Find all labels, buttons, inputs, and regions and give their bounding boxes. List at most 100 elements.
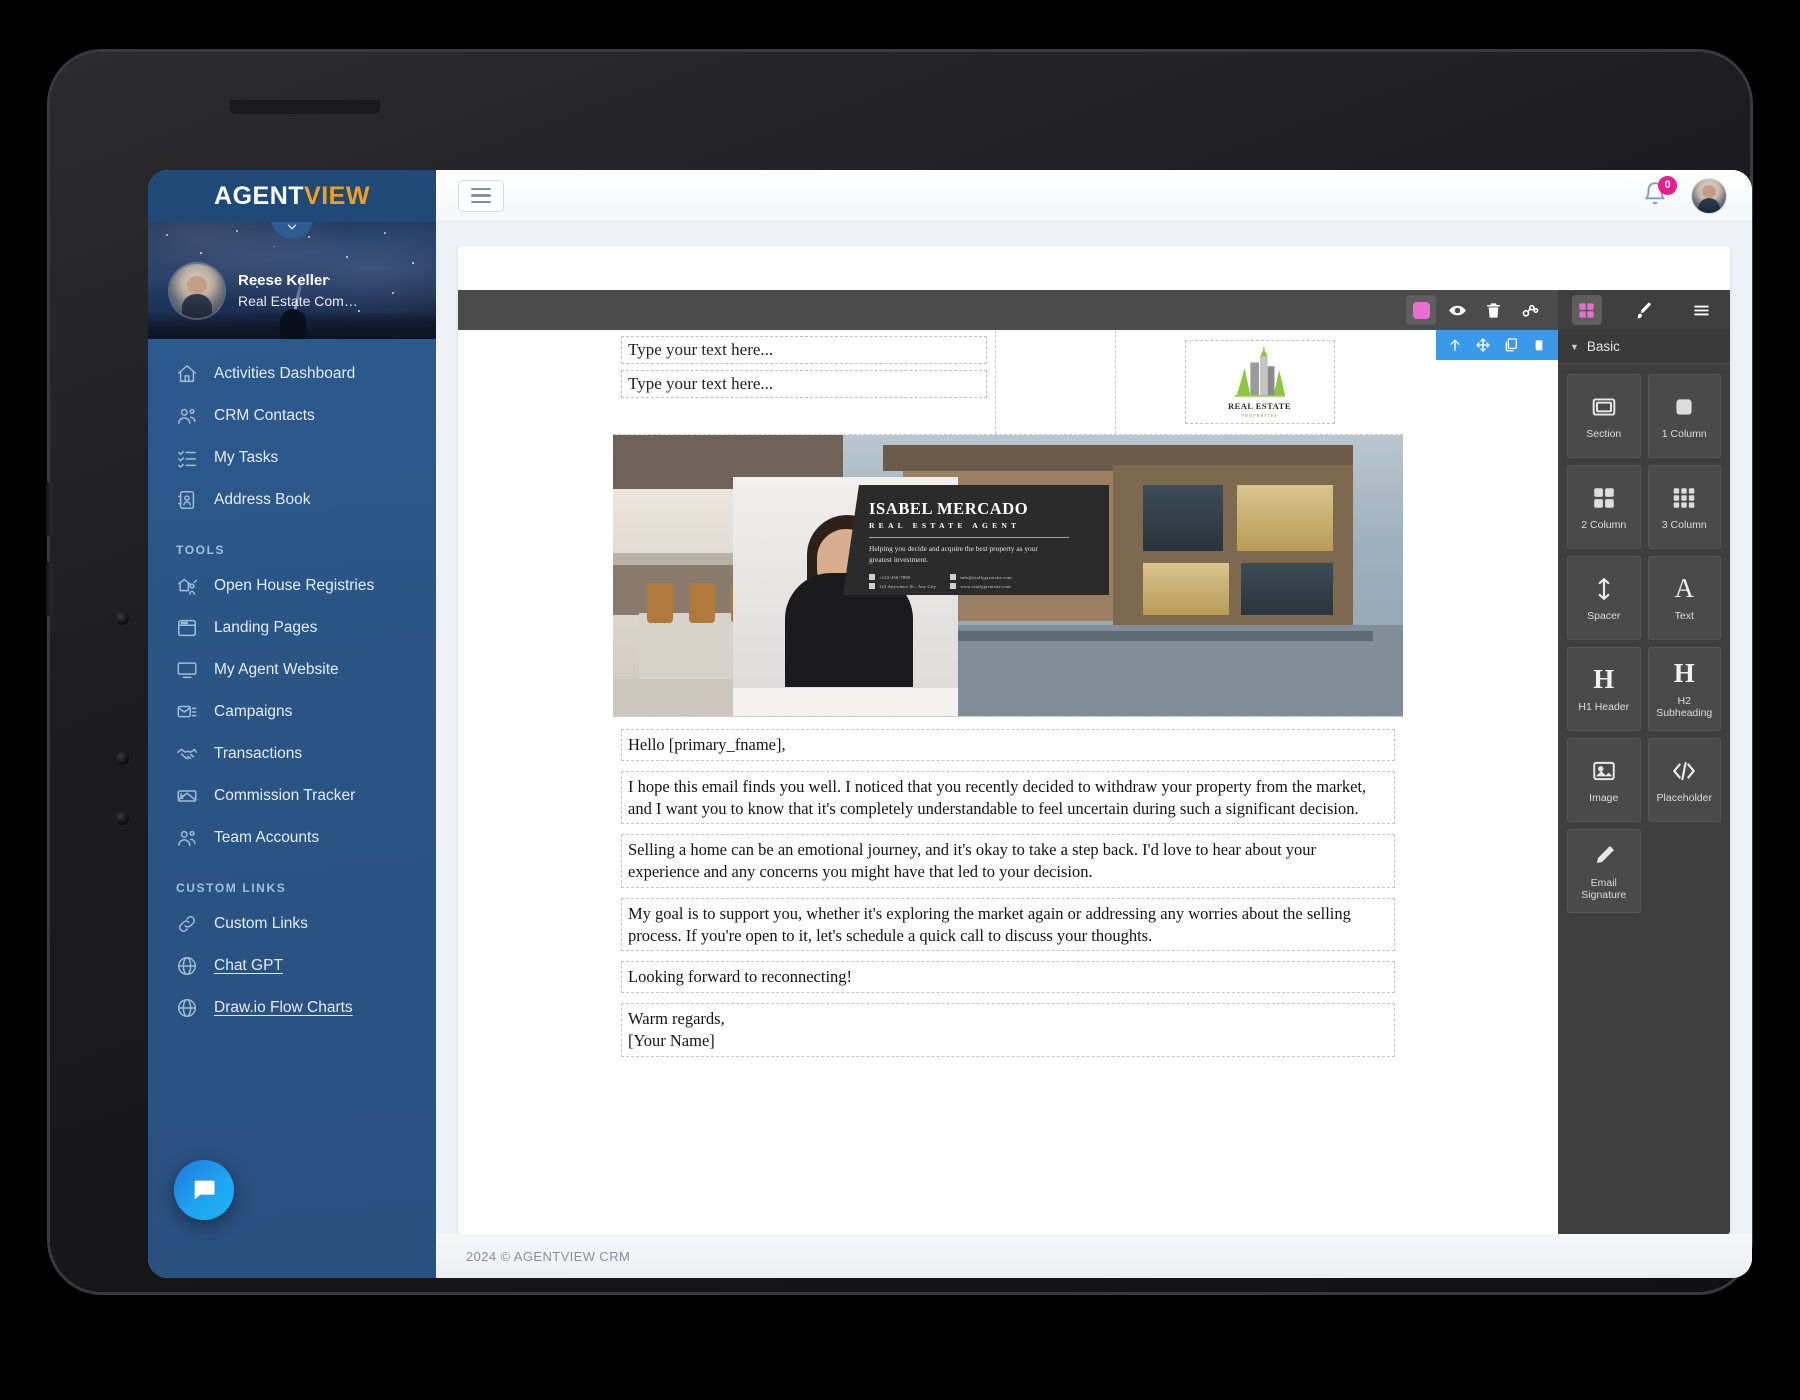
- device-volume-up-button[interactable]: [46, 482, 52, 536]
- handshake-icon: [176, 743, 198, 765]
- sidebar-item-label: Transactions: [214, 745, 303, 762]
- block-h2-subheading[interactable]: H H2 Subheading: [1647, 647, 1721, 731]
- email-paragraph-3[interactable]: My goal is to support you, whether it's …: [621, 897, 1395, 952]
- text-placeholder-2[interactable]: Type your text here...: [621, 370, 987, 398]
- email-canvas[interactable]: Type your text here... Type your text he…: [458, 330, 1558, 1234]
- one-column-icon: [1671, 392, 1697, 422]
- menu-button[interactable]: [1686, 295, 1716, 325]
- delete-button[interactable]: [1478, 295, 1508, 325]
- paintbrush-icon: [1637, 302, 1652, 318]
- email-paragraph-4[interactable]: Looking forward to reconnecting!: [621, 961, 1395, 994]
- block-email-signature[interactable]: Email Signature: [1567, 829, 1641, 913]
- blocks-panel: ▼ Basic Section 1 Column 2 Column 3 Colu…: [1558, 330, 1730, 1234]
- delete-element-button[interactable]: [1526, 332, 1552, 358]
- email-paragraph-1[interactable]: I hope this email finds you well. I noti…: [621, 770, 1395, 825]
- duplicate-button[interactable]: [1498, 332, 1524, 358]
- block-label: 3 Column: [1661, 518, 1707, 531]
- business-card-tagline: Helping you decide and acquire the best …: [869, 544, 1038, 564]
- editor-top-spacer: [458, 246, 1730, 290]
- move-up-button[interactable]: [1442, 332, 1468, 358]
- chat-bubble-icon[interactable]: [174, 1160, 234, 1220]
- email-header-row: Type your text here... Type your text he…: [613, 330, 1403, 435]
- open-house-icon: [176, 575, 198, 597]
- blocks-button[interactable]: [1571, 295, 1602, 325]
- block-image[interactable]: Image: [1567, 738, 1641, 822]
- sidebar-item-my-agent-website[interactable]: My Agent Website: [148, 649, 436, 691]
- contacts-icon: [176, 405, 198, 427]
- bell-icon[interactable]: 0: [1642, 175, 1677, 211]
- block-one-column[interactable]: 1 Column: [1647, 374, 1721, 458]
- h2-icon: H: [1673, 658, 1695, 689]
- sidebar-item-label: Team Accounts: [214, 829, 320, 846]
- link-button[interactable]: [1514, 295, 1544, 325]
- block-spacer[interactable]: Spacer: [1567, 556, 1641, 640]
- style-button[interactable]: [1629, 295, 1659, 325]
- text-icon: A: [1674, 573, 1695, 604]
- device-screen-bezel: AGENT VIEW Reese Keller Real Estate Com……: [148, 170, 1752, 1278]
- email-paragraph-2[interactable]: Selling a home can be an emotional journ…: [621, 834, 1395, 888]
- footer-text: 2024 © AGENTVIEW CRM: [466, 1248, 631, 1264]
- section-icon: [1591, 392, 1617, 422]
- block-text[interactable]: A Text: [1647, 556, 1721, 640]
- block-three-column[interactable]: 3 Column: [1647, 465, 1721, 549]
- email-body-copy: Hello [primary_fname], I hope this email…: [613, 717, 1403, 1077]
- code-icon: [1671, 756, 1697, 786]
- block-two-column[interactable]: 2 Column: [1567, 465, 1641, 549]
- sidebar-item-label: Commission Tracker: [214, 787, 356, 804]
- real-estate-logo[interactable]: REAL ESTATE PROPERTIES: [1184, 340, 1335, 424]
- text-placeholder-1[interactable]: Type your text here...: [621, 336, 987, 364]
- top-bar-right: 0: [1642, 175, 1726, 213]
- sidebar-item-team-accounts[interactable]: Team Accounts: [148, 817, 436, 859]
- email-header-right-column[interactable]: REAL ESTATE PROPERTIES: [1116, 330, 1403, 434]
- image-icon: [1591, 756, 1617, 786]
- monitor-icon: [176, 659, 198, 681]
- sidebar-item-crm-contacts[interactable]: CRM Contacts: [148, 395, 436, 437]
- block-section[interactable]: Section: [1567, 374, 1641, 458]
- sidebar-item-activities-dashboard[interactable]: Activities Dashboard: [148, 353, 436, 395]
- sidebar-item-address-book[interactable]: Address Book: [148, 479, 436, 521]
- sidebar-item-transactions[interactable]: Transactions: [148, 733, 436, 775]
- device-top-notch: [230, 100, 380, 114]
- business-card-name: ISABEL MERCADO: [869, 499, 1029, 518]
- drag-handle[interactable]: [1470, 332, 1496, 358]
- preview-button[interactable]: [1442, 295, 1472, 325]
- blocks-panel-section-header[interactable]: ▼ Basic: [1558, 330, 1730, 364]
- profile-row[interactable]: Reese Keller Real Estate Com…: [170, 264, 358, 318]
- email-paragraph-greeting[interactable]: Hello [primary_fname],: [621, 729, 1395, 761]
- canvas-surface[interactable]: Type your text here... Type your text he…: [458, 330, 1558, 1234]
- block-placeholder[interactable]: Placeholder: [1647, 738, 1721, 822]
- sidebar-item-campaigns[interactable]: Campaigns: [148, 691, 436, 733]
- chevron-down-icon: ▼: [1570, 341, 1579, 352]
- email-header-left-column[interactable]: Type your text here... Type your text he…: [613, 330, 996, 434]
- email-document: Type your text here... Type your text he…: [613, 330, 1403, 1077]
- brand-part-one: AGENT: [214, 181, 305, 210]
- email-paragraph-signoff[interactable]: Warm regards, [Your Name]: [621, 1003, 1395, 1057]
- sidebar-item-label: Activities Dashboard: [214, 365, 356, 382]
- sidebar-item-chat-gpt[interactable]: Chat GPT: [148, 945, 436, 987]
- tablet-device-frame: AGENT VIEW Reese Keller Real Estate Com……: [46, 52, 1752, 1292]
- block-label: Spacer: [1587, 609, 1621, 622]
- block-h1-header[interactable]: H H1 Header: [1567, 647, 1641, 731]
- sidebar-item-custom-links[interactable]: Custom Links: [148, 903, 436, 945]
- contact-phone: +123-456-7890: [879, 574, 911, 580]
- hamburger-icon[interactable]: [458, 179, 504, 212]
- sidebar-item-open-house-registries[interactable]: Open House Registries: [148, 565, 436, 607]
- sidebar-item-landing-pages[interactable]: Landing Pages: [148, 607, 436, 649]
- hamburger-icon: [1694, 305, 1709, 315]
- sidebar-item-label: CRM Contacts: [214, 407, 315, 424]
- sidebar-item-drawio-flow-charts[interactable]: Draw.io Flow Charts: [148, 987, 436, 1029]
- email-hero-image[interactable]: ISABEL MERCADO REAL ESTATE AGENT Helping…: [613, 435, 1403, 717]
- email-header-middle-column[interactable]: [996, 330, 1116, 434]
- avatar[interactable]: [1692, 178, 1726, 213]
- chevron-down-icon[interactable]: [271, 222, 313, 239]
- copy-icon: [1505, 338, 1517, 352]
- brand-logo[interactable]: AGENT VIEW: [148, 170, 436, 222]
- sidebar-item-commission-tracker[interactable]: $ Commission Tracker: [148, 775, 436, 817]
- device-volume-down-button[interactable]: [46, 562, 52, 616]
- two-column-icon: [1591, 483, 1617, 513]
- brand-part-two: VIEW: [304, 181, 370, 210]
- color-swatch-button[interactable]: [1406, 295, 1436, 325]
- sidebar-item-my-tasks[interactable]: My Tasks: [148, 437, 436, 479]
- block-label: H2 Subheading: [1656, 694, 1713, 719]
- sidebar-item-label: Chat GPT: [214, 957, 283, 974]
